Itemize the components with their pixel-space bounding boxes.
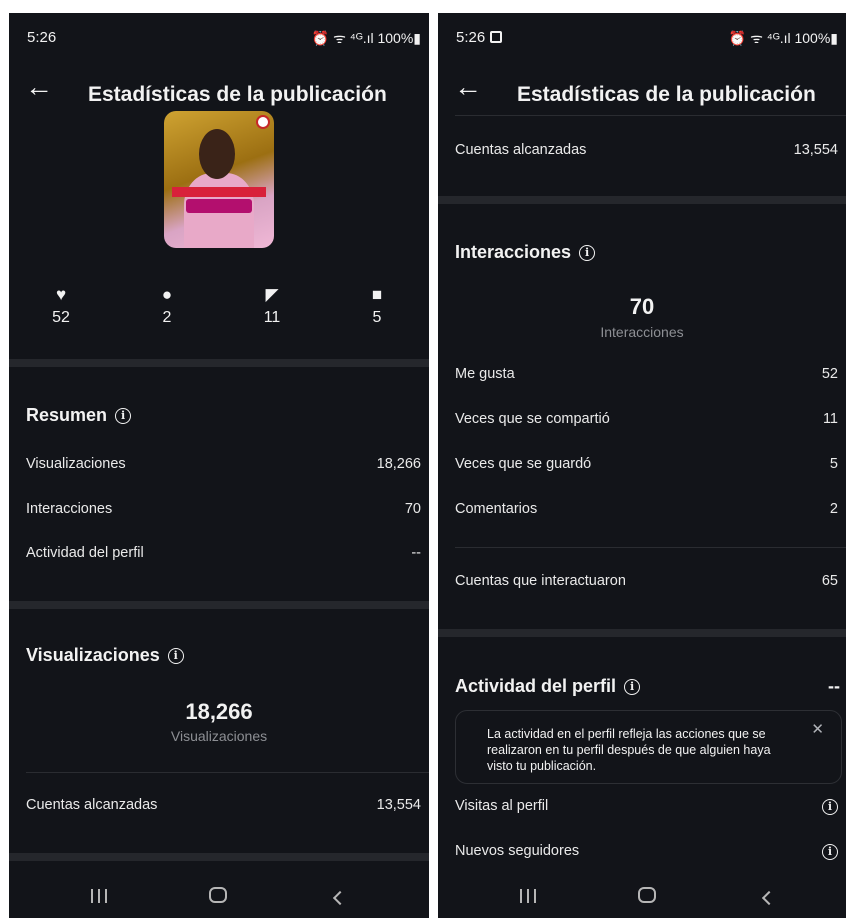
- page-title: Estadísticas de la publicación: [88, 83, 387, 106]
- paper-plane-icon: ◤: [265, 285, 279, 304]
- likes-count: 52: [52, 309, 70, 326]
- comments-count: 2: [162, 309, 172, 326]
- home-button[interactable]: [209, 886, 227, 909]
- back-arrow-icon[interactable]: ←: [25, 71, 53, 103]
- gallery-icon: [490, 31, 503, 43]
- status-icons: ⏰ ᯤ ⁴ᴳ.ıl 100%▮: [728, 30, 838, 46]
- profile-visits-row[interactable]: Visitas al perfil i: [455, 798, 838, 820]
- profile-activity-title: Actividad del perfil i: [455, 676, 641, 697]
- post-stats-row: ♥ 52 ● 2 ◤ 11 ■ 5: [9, 285, 429, 335]
- profile-activity-tip: La actividad en el perfil refleja las ac…: [455, 710, 842, 784]
- right-screen: 5:26 ⏰ ᯤ ⁴ᴳ.ıl 100%▮ ← Estadísticas de l…: [438, 13, 846, 918]
- saves-count: 5: [372, 309, 382, 326]
- interactions-row-likes: Me gusta 52: [455, 366, 838, 382]
- status-time: 5:26: [456, 29, 503, 46]
- page-title: Estadísticas de la publicación: [517, 83, 816, 106]
- reached-row: Cuentas alcanzadas 13,554: [455, 142, 838, 158]
- row-divider: [455, 547, 846, 548]
- views-title: Visualizaciones i: [26, 645, 184, 666]
- summary-title: Resumen i: [26, 405, 132, 426]
- info-icon[interactable]: i: [624, 679, 641, 695]
- profile-activity-value: --: [828, 676, 840, 696]
- interactions-row-accounts: Cuentas que interactuaron 65: [455, 573, 838, 589]
- shares-count: 11: [263, 309, 281, 326]
- info-icon[interactable]: i: [822, 799, 838, 815]
- new-followers-row[interactable]: Nuevos seguidores i: [455, 843, 838, 865]
- info-icon[interactable]: i: [115, 408, 132, 424]
- logo-badge-icon: [256, 115, 270, 129]
- close-icon[interactable]: ✕: [811, 720, 824, 738]
- shares-stat: ◤ 11: [252, 285, 292, 327]
- views-big-number: 18,266: [185, 699, 253, 724]
- summary-row-views: Visualizaciones 18,266: [26, 456, 421, 472]
- header: ← Estadísticas de la publicación: [9, 65, 429, 115]
- bookmark-icon: ■: [371, 285, 383, 304]
- status-icons: ⏰ ᯤ ⁴ᴳ.ıl 100%▮: [311, 30, 421, 46]
- heart-icon: ♥: [55, 285, 67, 304]
- summary-row-interactions: Interacciones 70: [26, 501, 421, 517]
- nav-back-button[interactable]: [761, 886, 777, 909]
- interactions-title: Interacciones i: [455, 242, 596, 263]
- summary-row-profile-activity: Actividad del perfil --: [26, 545, 421, 561]
- info-icon[interactable]: i: [167, 648, 184, 664]
- recents-icon: [520, 889, 536, 903]
- likes-stat: ♥ 52: [41, 285, 81, 327]
- interactions-row-saves: Veces que se guardó 5: [455, 456, 838, 472]
- info-icon[interactable]: i: [579, 245, 596, 261]
- nav-back-button[interactable]: [332, 886, 348, 909]
- section-divider: [438, 629, 846, 637]
- section-divider: [9, 853, 429, 861]
- recents-icon: [91, 889, 107, 903]
- home-icon: [638, 887, 656, 903]
- comment-bubble-icon: ●: [161, 285, 173, 304]
- header: ← Estadísticas de la publicación: [438, 65, 846, 115]
- nav-back-icon: [761, 890, 777, 906]
- comments-stat: ● 2: [147, 285, 187, 327]
- interactions-row-shares: Veces que se compartió 11: [455, 411, 838, 427]
- saves-stat: ■ 5: [357, 285, 397, 327]
- home-button[interactable]: [638, 886, 656, 909]
- row-divider: [26, 772, 429, 773]
- interactions-big-number: 70: [629, 294, 655, 319]
- tip-text: La actividad en el perfil refleja las ac…: [487, 727, 771, 773]
- row-divider: [455, 115, 846, 116]
- recents-button[interactable]: [91, 886, 107, 909]
- section-divider: [438, 196, 846, 204]
- system-nav-bar: [9, 880, 429, 918]
- status-time: 5:26: [27, 29, 57, 46]
- system-nav-bar: [438, 880, 846, 918]
- status-bar: 5:26 ⏰ ᯤ ⁴ᴳ.ıl 100%▮: [9, 13, 429, 61]
- interactions-row-comments: Comentarios 2: [455, 501, 838, 517]
- views-row-reached: Cuentas alcanzadas 13,554: [26, 797, 421, 813]
- views-big-label: Visualizaciones: [170, 728, 268, 744]
- post-thumbnail[interactable]: [164, 111, 274, 248]
- status-bar: 5:26 ⏰ ᯤ ⁴ᴳ.ıl 100%▮: [438, 13, 846, 61]
- recents-button[interactable]: [520, 886, 536, 909]
- interactions-big-label: Interacciones: [600, 324, 684, 340]
- nav-back-icon: [332, 890, 348, 906]
- section-divider: [9, 359, 429, 367]
- left-screen: 5:26 ⏰ ᯤ ⁴ᴳ.ıl 100%▮ ← Estadísticas de l…: [9, 13, 429, 918]
- home-icon: [209, 887, 227, 903]
- section-divider: [9, 601, 429, 609]
- back-arrow-icon[interactable]: ←: [454, 71, 482, 103]
- info-icon[interactable]: i: [822, 844, 838, 860]
